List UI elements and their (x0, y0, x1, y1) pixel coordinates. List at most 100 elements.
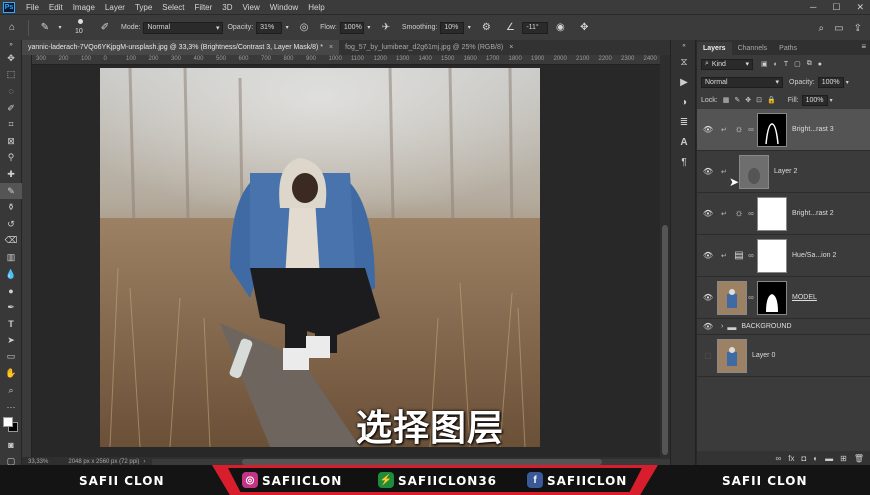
properties-icon[interactable]: ≣ (671, 112, 697, 132)
path-selection-tool-icon[interactable]: ➤ (0, 332, 22, 349)
filter-shape-icon[interactable]: ▢ (794, 60, 801, 68)
menu-type[interactable]: Type (130, 3, 157, 12)
chevron-down-icon[interactable]: ▾ (366, 21, 372, 35)
quick-mask-icon[interactable]: ◙ (0, 437, 22, 454)
brush-size-picker[interactable]: 10 (71, 17, 93, 39)
fill-input[interactable]: 100% (801, 94, 828, 106)
layer-thumbnail[interactable] (739, 154, 769, 189)
tab-layers[interactable]: Layers (697, 42, 732, 55)
chevron-down-icon[interactable]: ▾ (284, 21, 290, 35)
layer-row[interactable]: 👁 ↵ ☼ ∞ Bright...rast 2 (697, 193, 870, 235)
eraser-tool-icon[interactable]: ⌫ (0, 233, 22, 250)
link-icon[interactable]: ∞ (747, 125, 755, 134)
tab-channels[interactable]: Channels (732, 42, 774, 55)
flow-input[interactable]: 100% (339, 21, 364, 34)
close-icon[interactable]: ✕ (856, 2, 864, 13)
actions-icon[interactable]: ▶ (671, 72, 697, 92)
eye-icon[interactable]: 👁 (701, 293, 715, 302)
scroll-thumb[interactable] (662, 225, 668, 455)
canvas-area[interactable]: 选择图层 (32, 65, 660, 457)
share-icon[interactable]: ⇪ (854, 23, 862, 34)
close-icon[interactable]: × (329, 44, 333, 51)
hand-tool-icon[interactable]: ✋ (0, 365, 22, 382)
filter-type-icon[interactable]: T (784, 61, 788, 68)
eye-hidden-icon[interactable]: ▢ (701, 351, 715, 360)
tab-document-1[interactable]: yannic-laderach-7VQo6YKjpgM-unsplash.jpg… (22, 40, 340, 55)
home-icon[interactable]: ⌂ (5, 21, 19, 35)
menu-help[interactable]: Help (303, 3, 329, 12)
adjustments-icon[interactable]: ◑ (671, 92, 697, 112)
layer-opacity-input[interactable]: 100% (817, 76, 844, 88)
airbrush-icon[interactable]: ✈ (379, 21, 393, 35)
layer-name[interactable]: MODEL (792, 294, 817, 301)
layer-style-icon[interactable]: fx (788, 454, 794, 463)
gear-icon[interactable]: ⚙ (479, 21, 493, 35)
eye-icon[interactable]: 👁 (701, 251, 715, 260)
pressure-opacity-icon[interactable]: ◎ (297, 21, 311, 35)
menu-3d[interactable]: 3D (217, 3, 237, 12)
layer-mask-thumbnail[interactable] (757, 112, 787, 147)
menu-file[interactable]: File (21, 3, 44, 12)
opacity-input[interactable]: 31% (256, 21, 283, 34)
character-icon[interactable]: A (671, 132, 697, 152)
minimize-icon[interactable]: ─ (810, 2, 816, 12)
horizontal-ruler[interactable]: 300 200 100 0 100 200 300 400 500 600 700 800 900 100… (32, 55, 660, 65)
menu-view[interactable]: View (238, 3, 265, 12)
layer-name[interactable]: Bright...rast 2 (792, 210, 834, 217)
pen-tool-icon[interactable]: ✒ (0, 299, 22, 316)
tab-document-2[interactable]: fog_57_by_lumibear_d2g61mj.jpg @ 25% (RG… (339, 40, 519, 55)
link-icon[interactable]: ∞ (747, 251, 755, 260)
more-tools-icon[interactable]: ··· (0, 398, 22, 415)
blend-mode-select[interactable]: Normal ▾ (701, 76, 783, 88)
paragraph-icon[interactable]: ¶ (671, 152, 697, 172)
close-icon[interactable]: × (509, 44, 513, 51)
eye-icon[interactable]: 👁 (701, 322, 715, 331)
rectangle-tool-icon[interactable]: ▭ (0, 349, 22, 366)
brush-tool-icon[interactable]: ✎ (0, 182, 22, 200)
smoothing-input[interactable]: 10% (440, 21, 465, 34)
frame-tool-icon[interactable]: ⊠ (0, 133, 22, 150)
new-group-icon[interactable]: ▬ (825, 454, 833, 463)
new-adjustment-icon[interactable]: ◐ (813, 454, 818, 463)
document-canvas[interactable] (100, 68, 540, 447)
menu-filter[interactable]: Filter (190, 3, 218, 12)
layer-row[interactable]: 👁 ∞ MODEL (697, 277, 870, 319)
layer-name[interactable]: BACKGROUND (741, 323, 791, 330)
zoom-tool-icon[interactable]: ⌕ (0, 382, 22, 399)
menu-edit[interactable]: Edit (44, 3, 68, 12)
menu-layer[interactable]: Layer (100, 3, 130, 12)
layer-name[interactable]: Bright...rast 3 (792, 126, 834, 133)
maximize-icon[interactable]: ☐ (832, 2, 840, 13)
brush-tool-icon[interactable]: ✎ (38, 21, 52, 35)
healing-brush-tool-icon[interactable]: ✚ (0, 166, 22, 183)
lock-brush-icon[interactable]: ✎ (734, 96, 740, 104)
eye-icon[interactable]: 👁 (701, 209, 715, 218)
brush-settings-icon[interactable]: ✐ (98, 21, 112, 35)
eyedropper-tool-icon[interactable]: ⚲ (0, 150, 22, 167)
gradient-tool-icon[interactable]: ▥ (0, 249, 22, 266)
move-tool-icon[interactable]: ✥ (0, 50, 22, 67)
layer-mask-thumbnail[interactable] (757, 238, 787, 273)
foreground-color-swatch[interactable] (3, 417, 13, 428)
marquee-tool-icon[interactable]: ⬚ (0, 67, 22, 84)
layer-group-row[interactable]: 👁 › ▬ BACKGROUND (697, 319, 870, 335)
layer-thumbnail[interactable] (717, 338, 747, 373)
workspace-icon[interactable]: ▭ (834, 23, 843, 34)
layer-row[interactable]: 👁 ↵ Layer 2 ➤ (697, 151, 870, 193)
link-layers-icon[interactable]: ∞ (776, 454, 782, 463)
menu-image[interactable]: Image (68, 3, 100, 12)
panel-expand-icon[interactable]: « (671, 40, 697, 52)
layer-row[interactable]: 👁 ↵ ▤ ∞ Hue/Sa...ion 2 (697, 235, 870, 277)
vertical-ruler[interactable] (22, 55, 32, 457)
eye-icon[interactable]: 👁 (701, 125, 715, 134)
layer-name[interactable]: Layer 2 (774, 168, 797, 175)
chevron-down-icon[interactable]: ▾ (57, 21, 63, 35)
layer-name[interactable]: Hue/Sa...ion 2 (792, 252, 836, 259)
filter-kind-select[interactable]: ⌕ Kind ▾ (701, 58, 753, 70)
dodge-tool-icon[interactable]: ● (0, 282, 22, 299)
layer-row[interactable]: ▢ Layer 0 (697, 335, 870, 377)
pressure-size-icon[interactable]: ◉ (553, 21, 567, 35)
crop-tool-icon[interactable]: ⌗ (0, 116, 22, 133)
blur-tool-icon[interactable]: 💧 (0, 266, 22, 283)
new-layer-icon[interactable]: ⊞ (840, 454, 847, 463)
